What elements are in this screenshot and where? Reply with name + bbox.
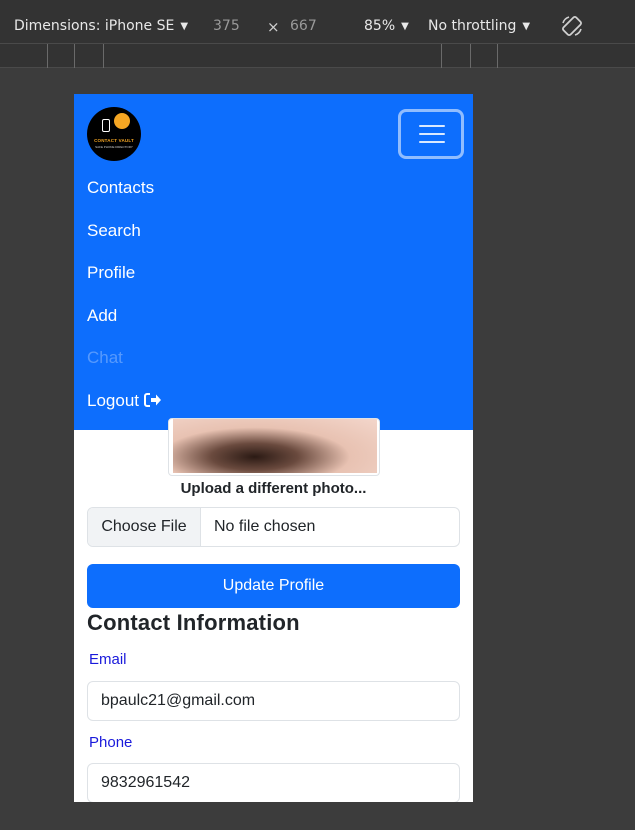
- chevron-down-icon: ▼: [401, 21, 409, 32]
- device-select[interactable]: Dimensions: iPhone SE ▼: [14, 16, 188, 37]
- logout-icon: [144, 393, 161, 407]
- device-viewport: CONTACT VAULT SAFE PHONE DIRECTORY Conta…: [74, 94, 473, 802]
- upload-photo-label: Upload a different photo...: [180, 480, 367, 497]
- ruler-tick: [497, 44, 498, 68]
- chevron-down-icon: ▼: [522, 21, 531, 32]
- email-field[interactable]: bpaulc21@gmail.com: [87, 681, 460, 721]
- zoom-label: 85%: [364, 18, 396, 34]
- logo-subtext: SAFE PHONE DIRECTORY: [95, 145, 133, 149]
- chevron-down-icon: ▼: [180, 21, 189, 32]
- nav-link-search[interactable]: Search: [87, 220, 141, 242]
- nav-link-logout[interactable]: Logout: [87, 390, 162, 412]
- phone-icon: [102, 119, 110, 132]
- height-input[interactable]: 667: [290, 16, 317, 36]
- file-input[interactable]: Choose File No file chosen: [87, 507, 460, 547]
- contact-info-heading: Contact Information: [87, 610, 300, 635]
- profile-photo-image: [173, 419, 377, 473]
- phone-field[interactable]: 9832961542: [87, 763, 460, 802]
- hamburger-icon-bar: [419, 125, 445, 127]
- logo-text: CONTACT VAULT: [94, 138, 134, 143]
- ruler-tick: [103, 44, 104, 68]
- logout-label: Logout: [87, 391, 139, 410]
- times-icon: ×: [267, 18, 280, 36]
- update-profile-button[interactable]: Update Profile: [87, 564, 460, 608]
- nav-link-chat: Chat: [87, 348, 123, 367]
- media-query-ruler: [0, 44, 635, 68]
- phone-label: Phone: [89, 734, 133, 751]
- logo-sun-shape: [114, 113, 130, 129]
- hamburger-icon-bar: [419, 133, 445, 135]
- ruler-tick: [470, 44, 471, 68]
- email-label: Email: [89, 651, 127, 668]
- throttling-label: No throttling: [428, 18, 517, 34]
- width-input[interactable]: 375: [213, 16, 240, 36]
- nav-link-contacts[interactable]: Contacts: [87, 177, 154, 199]
- devtools-device-toolbar: Dimensions: iPhone SE ▼ 375 × 667 85% ▼ No…: [0, 0, 635, 44]
- zoom-select[interactable]: 85% ▼: [364, 16, 409, 37]
- nav-link-add[interactable]: Add: [87, 305, 117, 327]
- file-status: No file chosen: [214, 518, 316, 535]
- hamburger-icon-bar: [419, 141, 445, 143]
- choose-file-button[interactable]: Choose File: [88, 508, 201, 546]
- ruler-tick: [74, 44, 75, 68]
- navbar: CONTACT VAULT SAFE PHONE DIRECTORY Conta…: [74, 94, 473, 430]
- rotate-icon[interactable]: [560, 14, 584, 38]
- navbar-toggler-button[interactable]: [398, 109, 464, 159]
- profile-photo: [168, 418, 380, 476]
- brand-logo[interactable]: CONTACT VAULT SAFE PHONE DIRECTORY: [87, 107, 141, 161]
- ruler-tick: [441, 44, 442, 68]
- nav-link-profile[interactable]: Profile: [87, 262, 135, 284]
- ruler-tick: [47, 44, 48, 68]
- throttling-select[interactable]: No throttling ▼: [428, 16, 530, 37]
- device-label: Dimensions: iPhone SE: [14, 18, 175, 34]
